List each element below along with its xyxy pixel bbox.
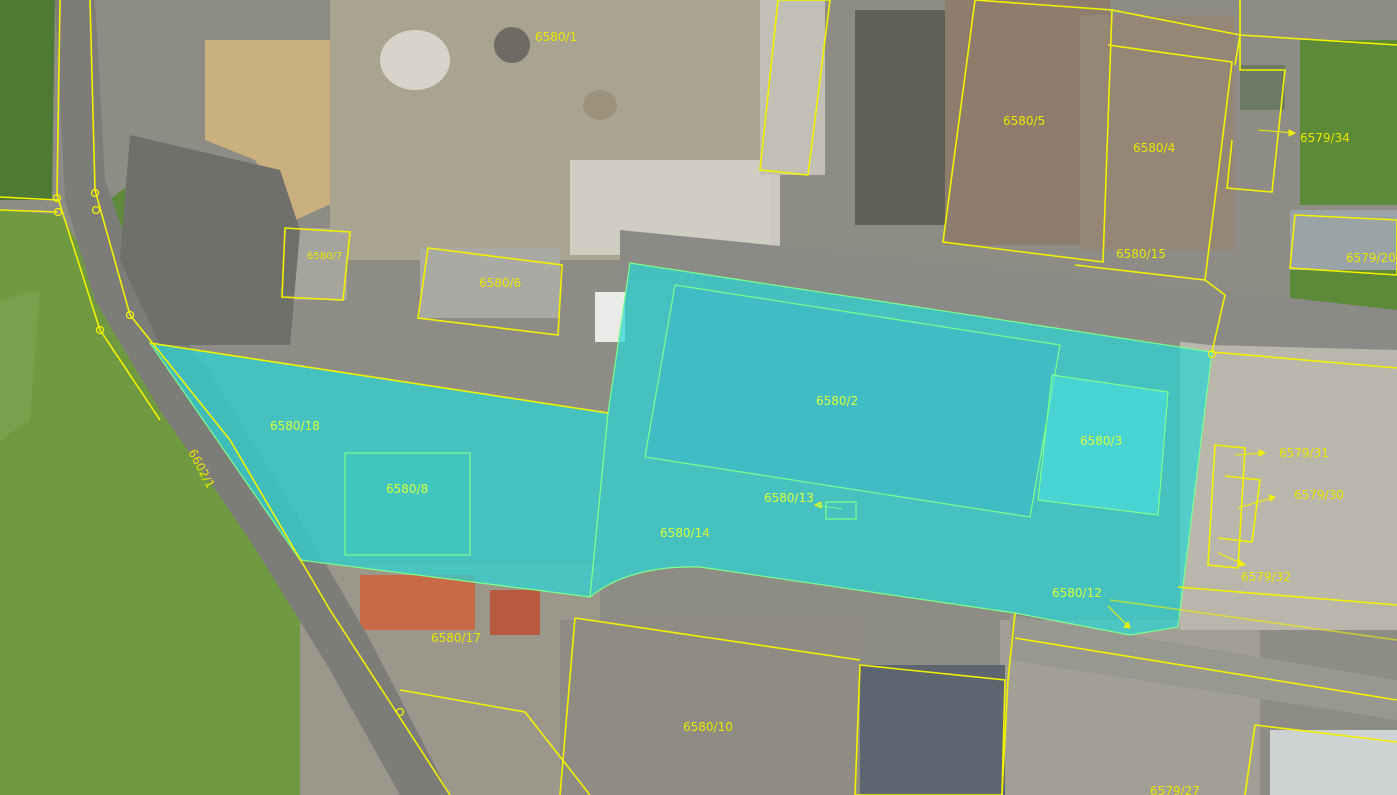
label-6580-14: 6580/14	[660, 526, 710, 540]
label-6579-31: 6579/31	[1279, 446, 1329, 460]
label-6580-12: 6580/12	[1052, 586, 1102, 600]
label-6580-17: 6580/17	[431, 631, 481, 645]
label-6580-6: 6580/6	[479, 276, 521, 290]
label-6579-32: 6579/32	[1241, 570, 1291, 584]
label-6580-2: 6580/2	[816, 394, 858, 408]
selected-parcel-6580-8	[344, 452, 471, 556]
label-6579-30: 6579/30	[1294, 488, 1344, 502]
orthophoto-map[interactable]: 6580/1 6580/5 6580/4 6580/15 6579/34 657…	[0, 0, 1397, 795]
label-6579-20: 6579/20	[1346, 251, 1396, 265]
label-6580-3: 6580/3	[1080, 434, 1122, 448]
label-6580-13: 6580/13	[764, 491, 814, 505]
label-6580-8: 6580/8	[386, 482, 428, 496]
label-6579-27: 6579/27	[1150, 784, 1200, 795]
label-6580-4: 6580/4	[1133, 141, 1175, 155]
building-rust-roof-east	[1080, 15, 1235, 250]
label-6580-18: 6580/18	[270, 419, 320, 433]
label-6579-34: 6579/34	[1300, 131, 1350, 145]
building-solar-roof	[860, 665, 1005, 795]
label-6580-7: 6580/7	[307, 251, 342, 262]
building-small-east	[1240, 65, 1285, 110]
label-6580-15: 6580/15	[1116, 247, 1166, 261]
label-6580-1: 6580/1	[535, 30, 577, 44]
map-viewport[interactable]: 6580/1 6580/5 6580/4 6580/15 6579/34 657…	[0, 0, 1397, 795]
building-narrow-north	[760, 0, 825, 175]
label-6580-10: 6580/10	[683, 720, 733, 734]
label-6580-5: 6580/5	[1003, 114, 1045, 128]
